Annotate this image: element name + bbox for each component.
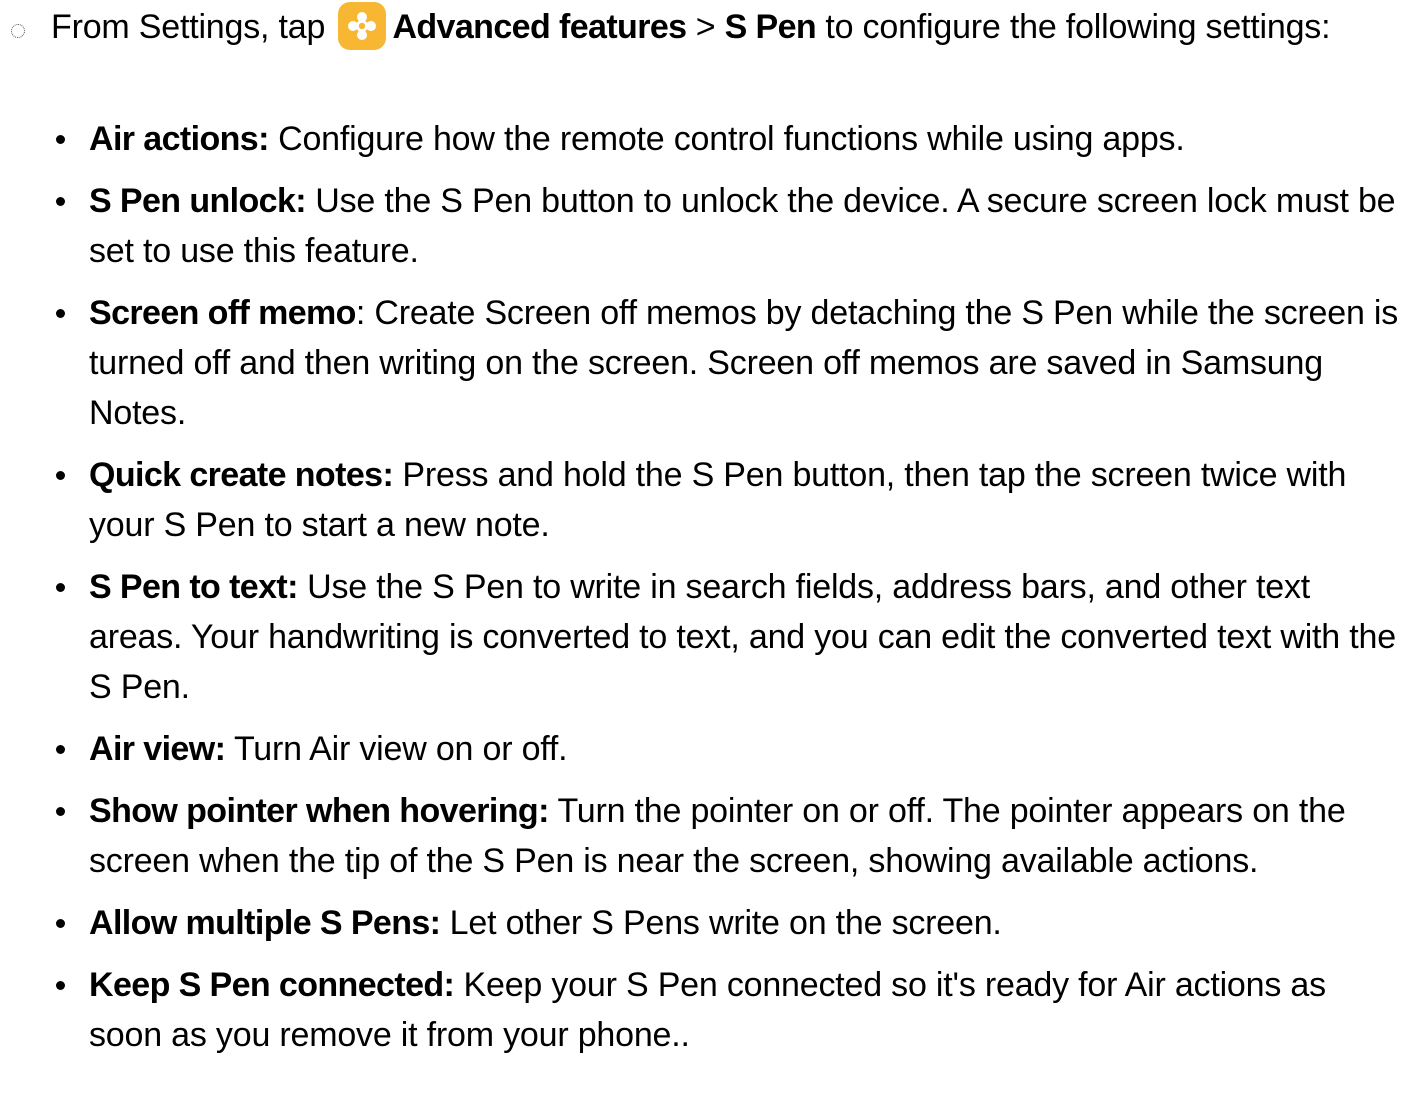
settings-list: Air actions: Configure how the remote co… — [0, 114, 1408, 1072]
bullet-icon — [56, 981, 65, 990]
list-item: Quick create notes: Press and hold the S… — [0, 450, 1399, 550]
list-item: Air view: Turn Air view on or off. — [0, 724, 1399, 774]
bullet-icon — [56, 745, 65, 754]
settings-gear-icon — [338, 2, 387, 50]
item-term: S Pen unlock: — [89, 182, 307, 220]
list-item: Air actions: Configure how the remote co… — [0, 114, 1399, 164]
bullet-icon — [56, 583, 65, 592]
path-s-pen: S Pen — [724, 8, 817, 46]
step-suffix: to configure the following settings: — [816, 8, 1331, 46]
item-term: Quick create notes: — [89, 456, 394, 494]
list-item: S Pen unlock: Use the S Pen button to un… — [0, 176, 1399, 276]
list-item: Show pointer when hovering: Turn the poi… — [0, 786, 1399, 886]
step-marker-icon — [11, 24, 25, 38]
item-term: Show pointer when hovering: — [89, 792, 549, 830]
item-term: Air actions: — [89, 120, 269, 158]
step-prefix: From Settings, tap — [51, 8, 335, 46]
bullet-icon — [56, 197, 65, 206]
path-separator: > — [686, 8, 725, 46]
item-term: Screen off memo — [89, 294, 356, 332]
item-term: Keep S Pen connected: — [89, 966, 455, 1004]
bullet-icon — [56, 807, 65, 816]
bullet-icon — [56, 309, 65, 318]
bullet-icon — [56, 135, 65, 144]
list-item: Keep S Pen connected: Keep your S Pen co… — [0, 960, 1399, 1060]
item-term: Air view: — [89, 730, 226, 768]
list-item: Screen off memo: Create Screen off memos… — [0, 288, 1399, 438]
manual-page: From Settings, tap Advanced features > S… — [0, 0, 1408, 1105]
item-term: S Pen to text: — [89, 568, 298, 606]
step-text: From Settings, tap Advanced features > S… — [51, 2, 1381, 52]
list-item: S Pen to text: Use the S Pen to write in… — [0, 562, 1399, 712]
list-item: Allow multiple S Pens: Let other S Pens … — [0, 898, 1399, 948]
item-term: Allow multiple S Pens: — [89, 904, 441, 942]
item-description: Turn Air view on or off. — [225, 730, 568, 768]
bullet-icon — [56, 471, 65, 480]
item-description: Let other S Pens write on the screen. — [440, 904, 1002, 942]
bullet-icon — [56, 919, 65, 928]
item-description: Configure how the remote control functio… — [268, 120, 1185, 158]
path-advanced-features: Advanced features — [392, 8, 687, 46]
